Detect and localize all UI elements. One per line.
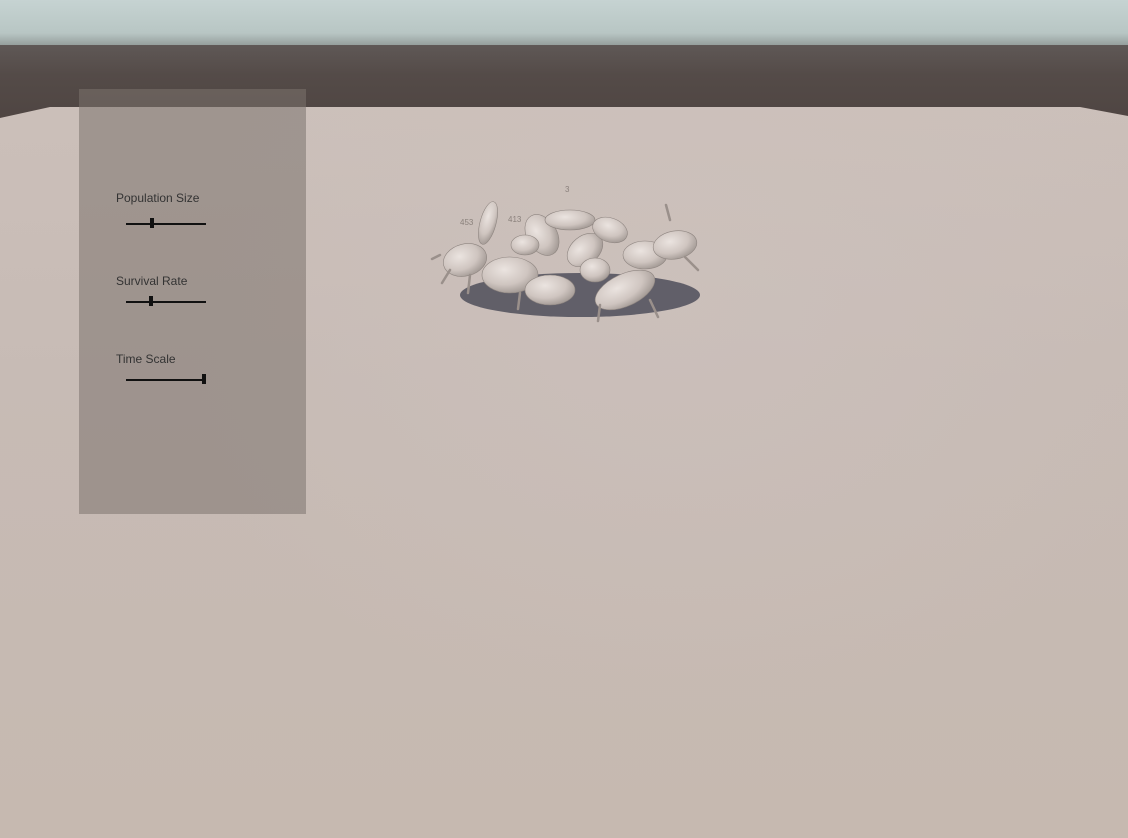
slider-track [126, 301, 206, 303]
creature-limb [664, 203, 672, 222]
survival-rate-slider[interactable] [126, 296, 206, 308]
creature-body [478, 201, 498, 245]
creature-body [524, 274, 576, 306]
creature-limb [430, 253, 442, 261]
creature-label: 453 [460, 218, 474, 227]
population-size-label: Population Size [116, 191, 200, 205]
slider-thumb[interactable] [201, 374, 206, 384]
slider-track [126, 379, 206, 381]
population-size-slider[interactable] [126, 218, 206, 230]
slider-track [126, 223, 206, 225]
time-scale-slider[interactable] [126, 374, 206, 386]
creature-swarm: 453 413 3 [430, 185, 700, 323]
creature-body [510, 234, 540, 256]
time-scale-label: Time Scale [116, 352, 176, 366]
creature-label: 3 [565, 185, 570, 194]
creature-limb [683, 255, 700, 272]
slider-thumb[interactable] [148, 296, 153, 306]
creature-label: 413 [508, 215, 522, 224]
creature-body [544, 209, 596, 231]
creature-limb [440, 268, 452, 285]
survival-rate-label: Survival Rate [116, 274, 188, 288]
slider-thumb[interactable] [150, 218, 155, 228]
creature-body [579, 257, 611, 283]
